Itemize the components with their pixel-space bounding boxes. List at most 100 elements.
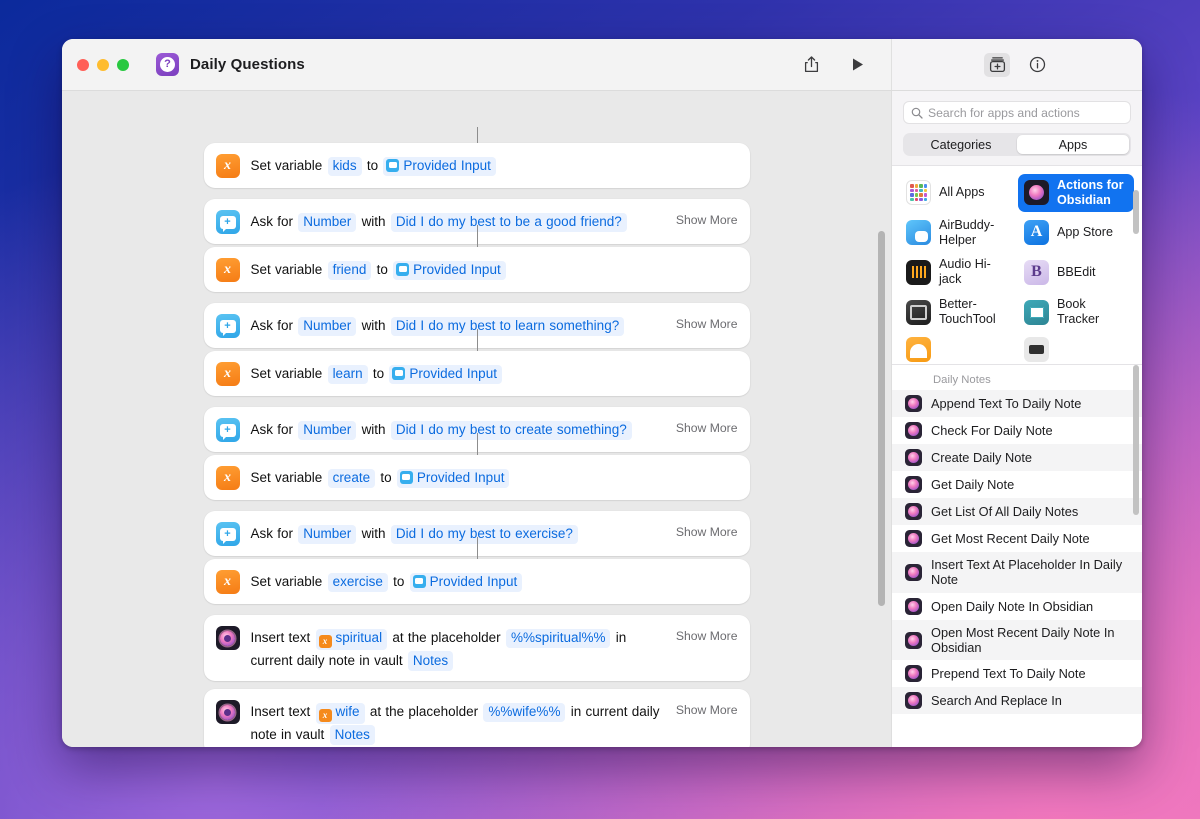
app-cell[interactable]: AirBuddy-Helper bbox=[900, 214, 1016, 252]
workflow-action-card[interactable]: x Set variable exercise to Provided Input bbox=[203, 559, 750, 604]
ask-icon bbox=[396, 263, 410, 276]
show-more-button[interactable]: Show More bbox=[676, 521, 738, 539]
workflow-action-card[interactable]: Insert text x wife at the placeholder %%w… bbox=[203, 689, 750, 747]
action-parameter-token[interactable]: Number bbox=[298, 212, 357, 233]
workflow-action-card[interactable]: x Set variable kids to Provided Input bbox=[203, 143, 750, 188]
action-text: Ask for bbox=[250, 422, 294, 437]
app-store-icon: A bbox=[1024, 220, 1049, 246]
app-cell[interactable] bbox=[900, 333, 1016, 364]
action-library-item-label: Append Text To Daily Note bbox=[931, 395, 1082, 411]
share-icon bbox=[804, 56, 818, 73]
action-variable-token[interactable]: Provided Input bbox=[383, 156, 496, 177]
close-button[interactable] bbox=[77, 58, 89, 71]
action-connector-line bbox=[476, 329, 478, 351]
action-parameter-token[interactable]: Did I do my best to be a good friend? bbox=[390, 212, 627, 233]
action-library-item[interactable]: Open Most Recent Daily Note In Obsidian bbox=[892, 619, 1142, 661]
action-library-item[interactable]: Insert Text At Placeholder In Daily Note bbox=[892, 552, 1142, 593]
action-library-item[interactable]: Get List Of All Daily Notes bbox=[892, 498, 1142, 525]
action-library-item[interactable]: Prepend Text To Daily Note bbox=[892, 660, 1142, 687]
share-button[interactable] bbox=[798, 53, 824, 77]
action-parameter-token[interactable]: Did I do my best to exercise? bbox=[390, 524, 578, 545]
workflow-action-card[interactable]: x Set variable create to Provided Input bbox=[203, 455, 750, 500]
app-cell[interactable] bbox=[1018, 333, 1134, 364]
app-cell[interactable]: Audio Hi-jack bbox=[900, 253, 1016, 291]
tab-categories[interactable]: Categories bbox=[905, 135, 1017, 154]
action-library-item[interactable]: Get Most Recent Daily Note bbox=[892, 525, 1142, 552]
action-library-item[interactable]: Check For Daily Note bbox=[892, 417, 1142, 444]
app-label: App Store bbox=[1057, 225, 1114, 240]
action-connector-line bbox=[476, 225, 478, 247]
search-field[interactable]: Search for apps and actions bbox=[903, 101, 1131, 124]
show-more-button[interactable]: Show More bbox=[676, 209, 738, 227]
action-parameter-token[interactable]: learn bbox=[327, 364, 368, 385]
action-library-item[interactable]: Search And Replace In bbox=[892, 687, 1142, 715]
action-description: Ask for Number with Did I do my best to … bbox=[251, 417, 666, 441]
action-variable-token[interactable]: Provided Input bbox=[393, 260, 506, 281]
ask-for-input-icon: + bbox=[215, 522, 240, 546]
action-library-item[interactable]: Get Daily Note bbox=[892, 471, 1142, 498]
app-cell[interactable]: A App Store bbox=[1018, 214, 1134, 252]
show-more-button[interactable]: Show More bbox=[676, 313, 738, 331]
app-cell[interactable]: B BBEdit bbox=[1018, 253, 1134, 291]
app-label: Book Tracker bbox=[1057, 297, 1100, 327]
action-parameter-token[interactable]: friend bbox=[327, 260, 372, 281]
shortcut-icon: ? bbox=[156, 53, 179, 76]
show-more-button[interactable]: Show More bbox=[676, 699, 738, 717]
action-parameter-token[interactable]: Notes bbox=[407, 651, 454, 671]
action-variable-token[interactable]: Provided Input bbox=[396, 468, 510, 489]
minimize-button[interactable] bbox=[97, 58, 109, 71]
action-library-item[interactable]: Open Daily Note In Obsidian bbox=[892, 593, 1142, 620]
workflow-action-card[interactable]: x Set variable friend to Provided Input bbox=[203, 247, 750, 292]
info-icon bbox=[1029, 56, 1045, 73]
actions-list-scrollbar[interactable] bbox=[1133, 365, 1139, 515]
action-parameter-token[interactable]: create bbox=[327, 468, 376, 489]
run-button[interactable] bbox=[845, 53, 871, 77]
action-text: to bbox=[366, 158, 379, 173]
action-parameter-token[interactable]: %%spiritual%% bbox=[505, 628, 611, 649]
action-parameter-token[interactable]: Number bbox=[298, 524, 357, 545]
actions-list-pane[interactable]: Daily Notes Append Text To Daily Note Che… bbox=[892, 365, 1142, 747]
action-parameter-token[interactable]: Did I do my best to create something? bbox=[390, 420, 632, 441]
workflow-row: Insert text x spiritual at the placeholde… bbox=[62, 615, 891, 682]
apps-grid-pane[interactable]: All Apps Actions for Obsidian AirBuddy-Hel… bbox=[892, 165, 1142, 365]
actions-for-obsidian-icon bbox=[905, 530, 922, 547]
show-more-button[interactable]: Show More bbox=[676, 625, 738, 643]
action-parameter-token[interactable]: kids bbox=[327, 156, 362, 177]
action-library-item[interactable]: Create Daily Note bbox=[892, 444, 1142, 471]
shortcuts-window: ? Daily Questions x Set variable kids to… bbox=[62, 39, 1142, 747]
app-cell[interactable]: Actions for Obsidian bbox=[1018, 174, 1134, 212]
action-parameter-token[interactable]: Number bbox=[298, 316, 357, 337]
library-tab-bar: Categories Apps bbox=[903, 133, 1131, 156]
show-more-button[interactable]: Show More bbox=[676, 417, 738, 435]
workflow-action-card[interactable]: x Set variable learn to Provided Input bbox=[203, 351, 750, 396]
toggle-action-library-button[interactable] bbox=[984, 52, 1010, 77]
action-parameter-token[interactable]: Number bbox=[298, 420, 357, 441]
app-cell[interactable]: Book Tracker bbox=[1018, 293, 1134, 331]
app-label: AirBuddy-Helper bbox=[939, 217, 995, 247]
app-cell[interactable]: All Apps bbox=[900, 174, 1016, 212]
action-parameter-token[interactable]: Notes bbox=[329, 725, 375, 745]
workflow-action-card[interactable]: Insert text x spiritual at the placeholde… bbox=[203, 615, 750, 682]
action-parameter-token[interactable]: %%wife%% bbox=[483, 702, 566, 723]
var-icon: x bbox=[318, 635, 332, 648]
titlebar-actions bbox=[798, 53, 891, 77]
action-variable-token[interactable]: Provided Input bbox=[409, 572, 523, 593]
action-parameter-token[interactable]: exercise bbox=[327, 572, 388, 593]
action-variable-token[interactable]: x wife bbox=[315, 702, 365, 724]
action-text: with bbox=[361, 214, 386, 229]
apps-grid-scrollbar[interactable] bbox=[1133, 190, 1139, 234]
tab-apps[interactable]: Apps bbox=[1017, 135, 1129, 154]
zoom-button[interactable] bbox=[117, 58, 129, 71]
canvas-scrollbar[interactable] bbox=[878, 231, 885, 606]
action-description: Set variable kids to Provided Input bbox=[251, 153, 738, 177]
actions-list: Append Text To Daily Note Check For Daily… bbox=[892, 390, 1142, 715]
app-cell[interactable]: Better-TouchTool bbox=[900, 293, 1016, 331]
info-button[interactable] bbox=[1024, 53, 1050, 77]
titlebar-left: ? Daily Questions bbox=[62, 39, 892, 90]
action-variable-token[interactable]: Provided Input bbox=[389, 364, 502, 385]
action-text: Insert text bbox=[250, 630, 311, 645]
workflow-canvas[interactable]: x Set variable kids to Provided Input + As… bbox=[62, 91, 892, 747]
action-parameter-token[interactable]: Did I do my best to learn something? bbox=[390, 316, 625, 337]
action-library-item[interactable]: Append Text To Daily Note bbox=[892, 390, 1142, 417]
action-variable-token[interactable]: x spiritual bbox=[315, 628, 388, 650]
